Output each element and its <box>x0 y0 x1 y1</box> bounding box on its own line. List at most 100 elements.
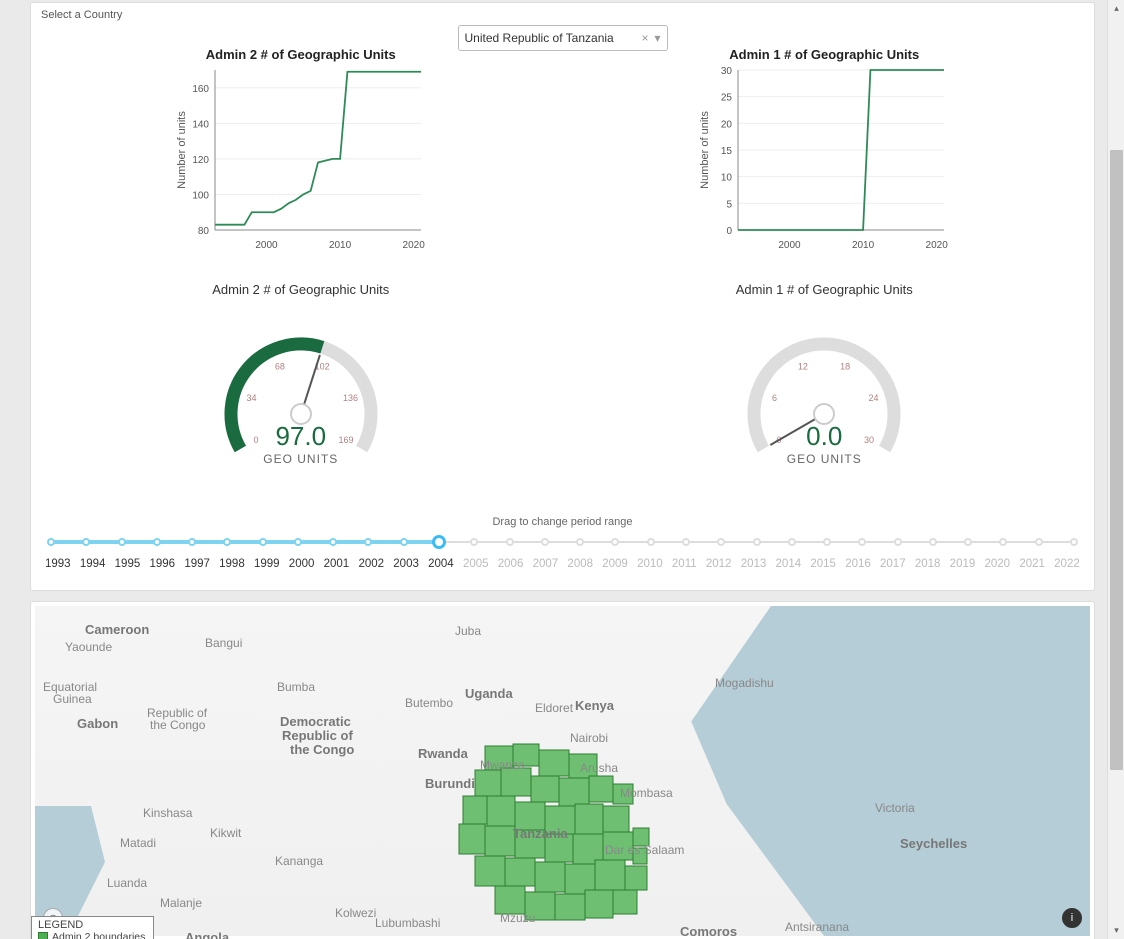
chevron-down-icon[interactable]: ▾ <box>654 31 660 45</box>
country-select[interactable]: United Republic of Tanzania × ▾ <box>458 25 668 51</box>
clear-icon[interactable]: × <box>641 31 648 45</box>
svg-text:2000: 2000 <box>255 240 278 251</box>
svg-text:Number of units: Number of units <box>699 111 711 189</box>
map-label: Kikwit <box>210 826 241 840</box>
svg-text:169: 169 <box>338 435 353 445</box>
svg-text:2010: 2010 <box>329 240 352 251</box>
gauge-unit: GEO UNITS <box>674 452 974 466</box>
map-label: Mzuzu <box>500 911 535 925</box>
svg-text:30: 30 <box>721 66 733 77</box>
svg-text:18: 18 <box>840 361 850 371</box>
map-label: Kolwezi <box>335 906 376 920</box>
map-label: Matadi <box>120 836 156 850</box>
map-label: Seychelles <box>900 836 967 851</box>
map-label: Luanda <box>107 876 147 890</box>
svg-text:2020: 2020 <box>926 240 949 251</box>
map-label: Dar es Salaam <box>605 843 684 857</box>
svg-text:Number of units: Number of units <box>176 111 188 189</box>
svg-text:100: 100 <box>192 190 209 201</box>
year-label: 2012 <box>706 558 732 570</box>
year-label: 2003 <box>393 558 419 570</box>
legend-title: LEGEND <box>38 919 145 931</box>
map-label: the Congo <box>150 718 205 732</box>
map-panel[interactable]: ◎ i CameroonYaoundeBanguiJubaBumbaEquato… <box>30 601 1095 939</box>
scroll-up-icon[interactable]: ▴ <box>1108 0 1124 17</box>
map-label: Bumba <box>277 680 315 694</box>
svg-text:140: 140 <box>192 119 209 130</box>
map-info-icon[interactable]: i <box>1062 908 1082 928</box>
year-slider[interactable]: Drag to change period range 199319941995… <box>39 516 1086 570</box>
gauge-title: Admin 2 # of Geographic Units <box>151 282 451 297</box>
svg-text:24: 24 <box>869 393 879 403</box>
svg-text:2020: 2020 <box>402 240 425 251</box>
map-label: the Congo <box>290 742 354 757</box>
year-label: 1997 <box>184 558 210 570</box>
svg-text:160: 160 <box>192 84 209 95</box>
year-label: 2021 <box>1019 558 1045 570</box>
year-label: 2001 <box>324 558 350 570</box>
map-label: Mogadishu <box>715 676 774 690</box>
map-label: Burundi <box>425 776 475 791</box>
year-label: 2013 <box>741 558 767 570</box>
svg-text:0: 0 <box>253 435 258 445</box>
admin1-gauge: Admin 1 # of Geographic Units 0612182430… <box>674 282 974 466</box>
year-label: 1996 <box>149 558 175 570</box>
map-label: Juba <box>455 624 481 638</box>
map-label: Uganda <box>465 686 513 701</box>
map-label: Republic of <box>282 728 353 743</box>
country-select-value: United Republic of Tanzania <box>465 31 614 45</box>
scroll-down-icon[interactable]: ▾ <box>1108 922 1124 939</box>
year-label: 1993 <box>45 558 71 570</box>
year-label: 2011 <box>672 558 697 570</box>
svg-text:68: 68 <box>275 361 285 371</box>
map-label: Angola <box>185 930 229 939</box>
map-label: Guinea <box>53 692 92 706</box>
year-label: 2006 <box>498 558 524 570</box>
gauge-unit: GEO UNITS <box>151 452 451 466</box>
svg-text:0: 0 <box>727 226 733 237</box>
line-chart-svg: 80100120140160200020102020Number of unit… <box>171 64 431 254</box>
admin1-line-chart: Admin 1 # of Geographic Units 0510152025… <box>674 47 974 254</box>
map-label: Arusha <box>580 761 618 775</box>
svg-text:2000: 2000 <box>779 240 802 251</box>
year-label: 2016 <box>845 558 871 570</box>
year-label: 2014 <box>776 558 802 570</box>
map-canvas[interactable]: ◎ i CameroonYaoundeBanguiJubaBumbaEquato… <box>35 606 1090 936</box>
map-label: Malanje <box>160 896 202 910</box>
map-label: Mombasa <box>620 786 673 800</box>
map-label: Kenya <box>575 698 614 713</box>
legend-swatch <box>38 932 48 939</box>
admin2-line-chart: Admin 2 # of Geographic Units 8010012014… <box>151 47 451 254</box>
gauge-title: Admin 1 # of Geographic Units <box>674 282 974 297</box>
map-label: Kananga <box>275 854 323 868</box>
year-label: 1994 <box>80 558 106 570</box>
year-label: 2005 <box>463 558 489 570</box>
select-country-label: Select a Country <box>39 7 1086 25</box>
svg-text:120: 120 <box>192 155 209 166</box>
gauge-value: 0.0 <box>674 421 974 452</box>
map-label: Rwanda <box>418 746 468 761</box>
map-label: Cameroon <box>85 622 149 637</box>
year-label: 2018 <box>915 558 941 570</box>
svg-text:2010: 2010 <box>852 240 875 251</box>
gauge-value: 97.0 <box>151 421 451 452</box>
svg-text:15: 15 <box>721 146 733 157</box>
map-label: Antsiranana <box>785 920 849 934</box>
map-label: Yaounde <box>65 640 112 654</box>
year-label: 1999 <box>254 558 280 570</box>
year-label: 2010 <box>637 558 663 570</box>
svg-text:25: 25 <box>721 93 733 104</box>
year-label: 2008 <box>567 558 593 570</box>
year-label: 1998 <box>219 558 245 570</box>
map-label: Mwanza <box>480 758 525 772</box>
svg-text:6: 6 <box>772 393 777 403</box>
svg-text:5: 5 <box>727 199 733 210</box>
map-label: Lubumbashi <box>375 916 440 930</box>
year-label: 1995 <box>115 558 141 570</box>
year-label: 2002 <box>358 558 384 570</box>
svg-text:34: 34 <box>246 393 256 403</box>
slider-track[interactable] <box>51 532 1074 552</box>
vertical-scrollbar[interactable]: ▴ ▾ <box>1107 0 1124 939</box>
map-label: Kinshasa <box>143 806 192 820</box>
scroll-thumb[interactable] <box>1110 150 1123 770</box>
